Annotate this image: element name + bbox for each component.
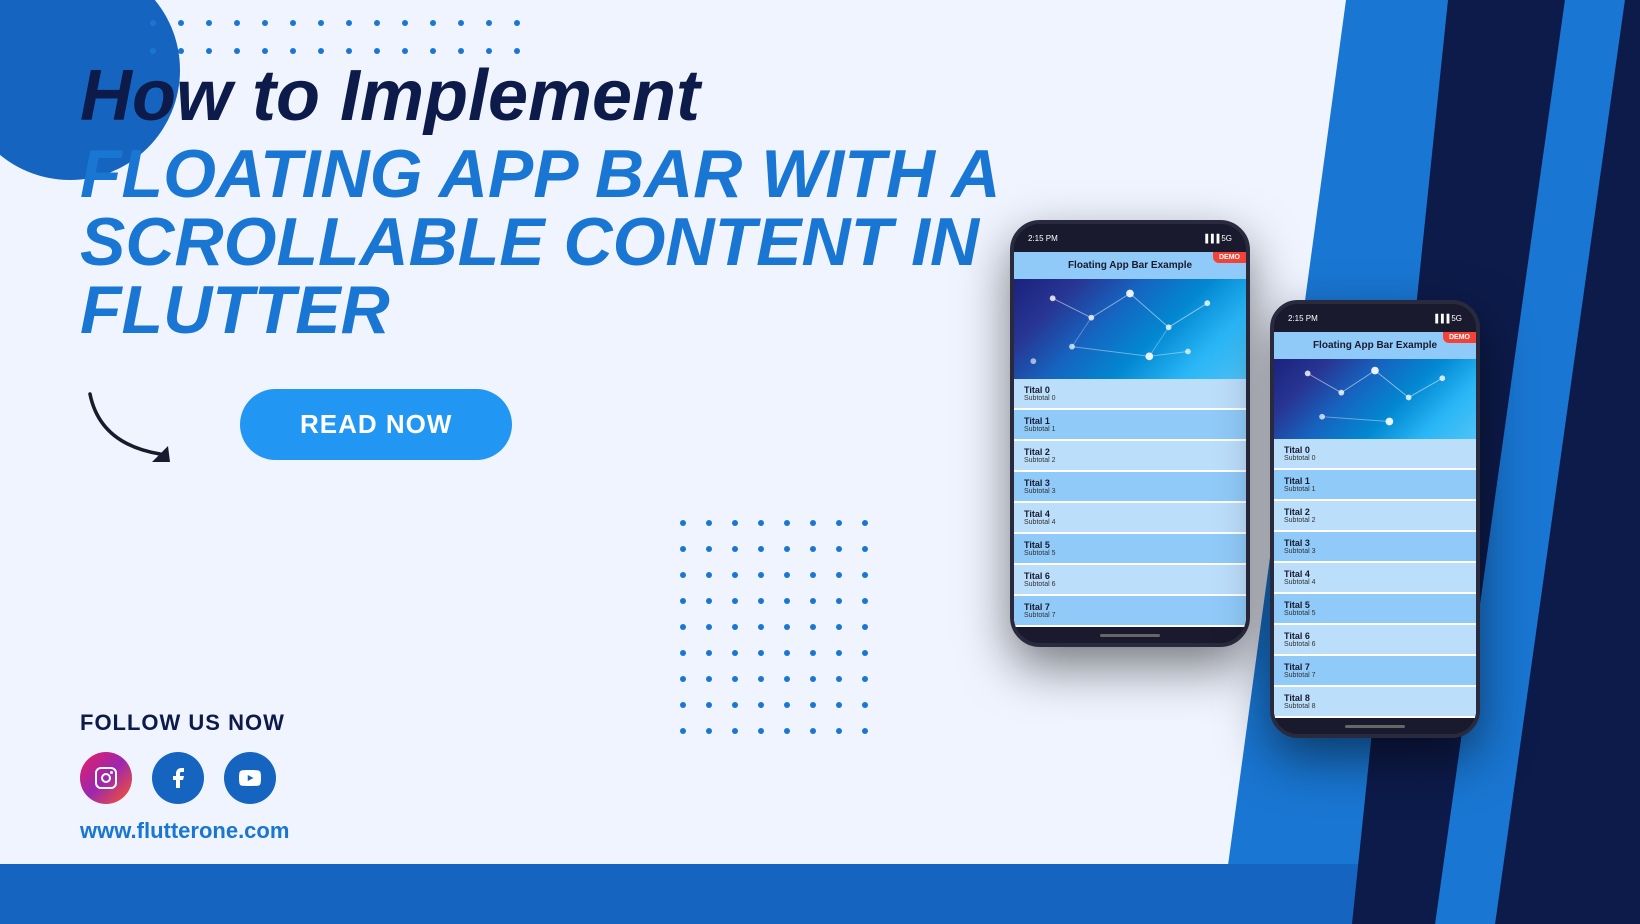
list-item: Tital 8Subtotal 8 xyxy=(1274,687,1476,718)
phone2-demo-badge: DEMO xyxy=(1443,332,1476,343)
list-item: Tital 1Subtotal 1 xyxy=(1014,410,1246,441)
list-title: Tital 0 xyxy=(1284,445,1466,455)
list-subtitle: Subtotal 4 xyxy=(1024,519,1236,526)
arrow-decoration xyxy=(80,384,220,464)
list-title: Tital 5 xyxy=(1024,540,1236,550)
list-title: Tital 4 xyxy=(1284,569,1466,579)
phone1-list: Tital 0Subtotal 0Tital 1Subtotal 1Tital … xyxy=(1014,379,1246,627)
phone1-demo-badge: DEMO xyxy=(1213,252,1246,263)
phone2-hero-image xyxy=(1274,359,1476,439)
list-item: Tital 3Subtotal 3 xyxy=(1274,532,1476,563)
headline-line2: FLOATING APP BAR WITH A xyxy=(80,140,1040,208)
read-now-button[interactable]: READ NOW xyxy=(240,389,512,460)
phone2-list: Tital 0Subtotal 0Tital 1Subtotal 1Tital … xyxy=(1274,439,1476,718)
follow-label: FOLLOW US NOW xyxy=(80,710,289,736)
list-item: Tital 6Subtotal 6 xyxy=(1274,625,1476,656)
list-title: Tital 8 xyxy=(1284,693,1466,703)
instagram-icon[interactable] xyxy=(80,752,132,804)
list-title: Tital 1 xyxy=(1284,476,1466,486)
list-item: Tital 4Subtotal 4 xyxy=(1274,563,1476,594)
list-title: Tital 0 xyxy=(1024,385,1236,395)
phone2-status-bar: 2:15 PM ▐▐▐ 5G xyxy=(1274,304,1476,332)
list-subtitle: Subtotal 6 xyxy=(1284,641,1466,648)
list-item: Tital 7Subtotal 7 xyxy=(1274,656,1476,687)
phone1-hero-image xyxy=(1014,279,1246,379)
list-subtitle: Subtotal 7 xyxy=(1284,672,1466,679)
phone2-network: 5G xyxy=(1451,314,1462,323)
headline-line3: SCROLLABLE CONTENT IN FLUTTER xyxy=(80,208,1040,344)
list-subtitle: Subtotal 5 xyxy=(1284,610,1466,617)
phone2-signal: ▐▐▐ 5G xyxy=(1432,314,1462,323)
list-subtitle: Subtotal 2 xyxy=(1024,457,1236,464)
list-subtitle: Subtotal 2 xyxy=(1284,517,1466,524)
list-subtitle: Subtotal 6 xyxy=(1024,581,1236,588)
phone2-home-indicator xyxy=(1345,725,1405,728)
list-title: Tital 4 xyxy=(1024,509,1236,519)
phone2-bottom-bar xyxy=(1274,718,1476,734)
list-item: Tital 2Subtotal 2 xyxy=(1014,441,1246,472)
list-title: Tital 3 xyxy=(1284,538,1466,548)
list-item: Tital 2Subtotal 2 xyxy=(1274,501,1476,532)
list-title: Tital 1 xyxy=(1024,416,1236,426)
list-subtitle: Subtotal 0 xyxy=(1284,455,1466,462)
phone1-signal: ▐▐▐ 5G xyxy=(1202,234,1232,243)
list-subtitle: Subtotal 5 xyxy=(1024,550,1236,557)
list-item: Tital 7Subtotal 7 xyxy=(1014,596,1246,627)
list-title: Tital 7 xyxy=(1284,662,1466,672)
list-title: Tital 7 xyxy=(1024,602,1236,612)
phone1-network: 5G xyxy=(1221,234,1232,243)
phones-container: 2:15 PM ▐▐▐ 5G Floating App Bar Example … xyxy=(1010,220,1480,738)
list-subtitle: Subtotal 8 xyxy=(1284,703,1466,710)
phone1-screen: Floating App Bar Example DEMO xyxy=(1014,252,1246,627)
list-title: Tital 3 xyxy=(1024,478,1236,488)
list-title: Tital 6 xyxy=(1024,571,1236,581)
list-title: Tital 2 xyxy=(1024,447,1236,457)
phone1-time: 2:15 PM xyxy=(1028,234,1058,243)
list-subtitle: Subtotal 3 xyxy=(1024,488,1236,495)
headline-line1: How to Implement xyxy=(80,60,1040,132)
list-subtitle: Subtotal 0 xyxy=(1024,395,1236,402)
list-item: Tital 3Subtotal 3 xyxy=(1014,472,1246,503)
youtube-icon[interactable] xyxy=(224,752,276,804)
phone2-appbar-title: Floating App Bar Example xyxy=(1313,340,1437,351)
list-item: Tital 0Subtotal 0 xyxy=(1274,439,1476,470)
phone2-notch xyxy=(1345,304,1405,320)
list-subtitle: Subtotal 1 xyxy=(1024,426,1236,433)
phone2-time: 2:15 PM xyxy=(1288,314,1318,323)
list-title: Tital 6 xyxy=(1284,631,1466,641)
list-item: Tital 4Subtotal 4 xyxy=(1014,503,1246,534)
list-title: Tital 5 xyxy=(1284,600,1466,610)
phone1-bottom-bar xyxy=(1014,627,1246,643)
cta-row: READ NOW xyxy=(80,384,1040,464)
phone1-home-indicator xyxy=(1100,634,1160,637)
phone-mockup-2: 2:15 PM ▐▐▐ 5G Floating App Bar Example … xyxy=(1270,300,1480,738)
list-item: Tital 0Subtotal 0 xyxy=(1014,379,1246,410)
website-link[interactable]: www.flutterone.com xyxy=(80,818,289,843)
phone2-appbar: Floating App Bar Example DEMO xyxy=(1274,332,1476,359)
list-subtitle: Subtotal 3 xyxy=(1284,548,1466,555)
social-icons-row xyxy=(80,752,289,804)
list-subtitle: Subtotal 7 xyxy=(1024,612,1236,619)
list-subtitle: Subtotal 1 xyxy=(1284,486,1466,493)
list-item: Tital 5Subtotal 5 xyxy=(1274,594,1476,625)
list-item: Tital 5Subtotal 5 xyxy=(1014,534,1246,565)
phone2-screen: Floating App Bar Example DEMO xyxy=(1274,332,1476,718)
list-item: Tital 6Subtotal 6 xyxy=(1014,565,1246,596)
list-title: Tital 2 xyxy=(1284,507,1466,517)
list-subtitle: Subtotal 4 xyxy=(1284,579,1466,586)
facebook-icon[interactable] xyxy=(152,752,204,804)
phone1-appbar: Floating App Bar Example DEMO xyxy=(1014,252,1246,279)
social-section: FOLLOW US NOW www.flutterone.com xyxy=(80,710,289,844)
phone-mockup-1: 2:15 PM ▐▐▐ 5G Floating App Bar Example … xyxy=(1010,220,1250,647)
phone1-notch xyxy=(1100,224,1160,240)
phone1-appbar-title: Floating App Bar Example xyxy=(1068,260,1192,271)
list-item: Tital 1Subtotal 1 xyxy=(1274,470,1476,501)
phone1-status-bar: 2:15 PM ▐▐▐ 5G xyxy=(1014,224,1246,252)
